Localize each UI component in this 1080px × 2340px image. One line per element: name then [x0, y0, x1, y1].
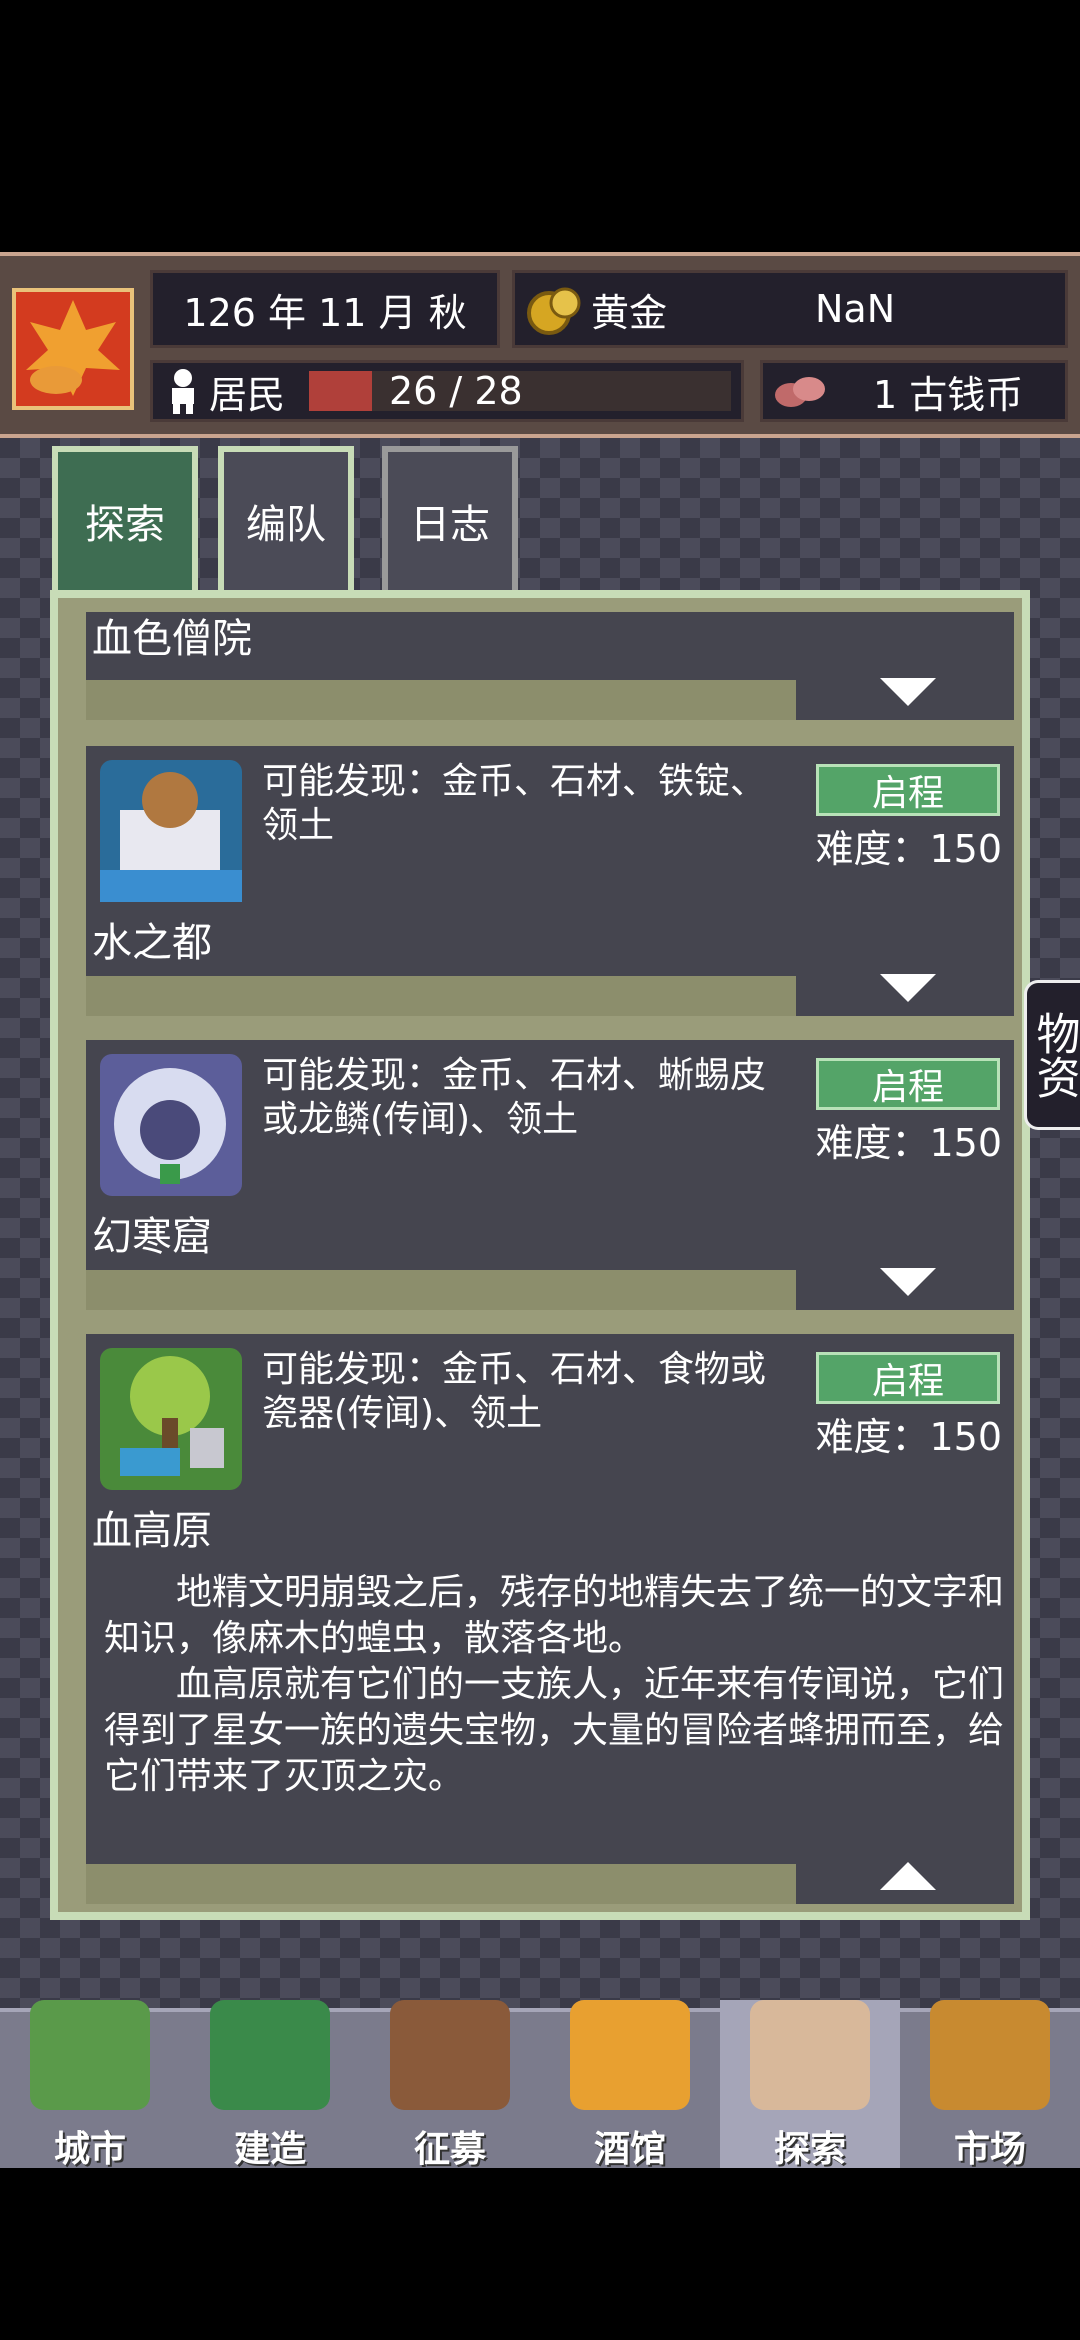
possible-finds: 可能发现：金币、石材、铁锭、领土	[262, 761, 767, 846]
resources-side-tab-label: 物资	[1028, 1011, 1080, 1099]
water-city-thumbnail	[100, 760, 242, 902]
tab-log[interactable]: 日志	[382, 446, 518, 596]
autumn-leaf-icon[interactable]	[12, 288, 134, 410]
location-card: 可能发现：金币、石材、铁锭、领土 启程 难度：150 水之都	[86, 746, 1014, 1016]
possible-finds: 可能发现：金币、石材、蜥蜴皮或龙鳞(传闻)、领土	[262, 1055, 767, 1140]
date-text: 126 年 11 月 秋	[183, 290, 467, 335]
person-icon	[163, 366, 203, 416]
nav-build-label: 建造	[233, 2129, 306, 2170]
nav-tavern-label: 酒馆	[593, 2129, 666, 2170]
depart-button[interactable]: 启程	[816, 1352, 1000, 1404]
depart-button[interactable]: 启程	[816, 764, 1000, 816]
nav-build[interactable]: 建造	[180, 2000, 360, 2170]
gold-label: 黄金	[591, 290, 668, 335]
highland-thumbnail	[100, 1348, 242, 1490]
tab-explore[interactable]: 探索	[52, 446, 198, 596]
expand-arrow-icon[interactable]	[880, 1268, 936, 1296]
location-card: 血色僧院	[86, 612, 1014, 720]
location-name: 血高原	[92, 1508, 212, 1554]
expand-arrow-icon[interactable]	[880, 678, 936, 706]
nav-explore[interactable]: 探索	[720, 2000, 900, 2170]
difficulty-text: 难度：150	[815, 1415, 1002, 1459]
exploration-list[interactable]: 血色僧院 可能发现：金币、石材、铁锭、领土 启程 难度：150 水之都 可能发现…	[50, 590, 1030, 1920]
expand-arrow-icon[interactable]	[880, 974, 936, 1002]
nav-city[interactable]: 城市	[0, 2000, 180, 2170]
ancient-coin-value: 1 古钱币	[873, 372, 1024, 417]
location-card: 可能发现：金币、石材、食物或瓷器(传闻)、领土 启程 难度：150 血高原 地精…	[86, 1334, 1014, 1904]
nav-explore-label: 探索	[773, 2129, 846, 2170]
location-card: 可能发现：金币、石材、蜥蜴皮或龙鳞(传闻)、领土 启程 难度：150 幻寒窟	[86, 1040, 1014, 1310]
location-name: 水之都	[92, 920, 212, 966]
location-story-p2: 血高原就有它们的一支族人，近年来有传闻说，它们得到了星女一族的遗失宝物，大量的冒…	[104, 1664, 1005, 1797]
ancient-coin-display: 1 古钱币	[760, 360, 1068, 422]
gold-value: NaN	[815, 287, 896, 331]
difficulty-text: 难度：150	[815, 827, 1002, 871]
residents-display: 居民 26 / 28	[150, 360, 744, 422]
location-name: 幻寒窟	[92, 1214, 212, 1260]
residents-value: 26 / 28	[389, 369, 523, 413]
tavern-icon	[570, 2000, 690, 2110]
tab-team-label: 编队	[246, 502, 326, 548]
map-icon	[750, 2000, 870, 2110]
tab-log-label: 日志	[410, 502, 490, 548]
build-icon	[210, 2000, 330, 2110]
collapse-arrow-icon[interactable]	[880, 1862, 936, 1890]
ancient-coin-icon	[773, 371, 829, 411]
location-name: 血色僧院	[92, 616, 252, 662]
gold-coins-icon	[525, 281, 585, 337]
residents-label: 居民	[209, 372, 286, 417]
nav-tavern[interactable]: 酒馆	[540, 2000, 720, 2170]
tab-team[interactable]: 编队	[218, 446, 354, 596]
city-icon	[30, 2000, 150, 2110]
date-display: 126 年 11 月 秋	[150, 270, 500, 348]
nav-city-label: 城市	[53, 2129, 126, 2170]
ice-cave-thumbnail	[100, 1054, 242, 1196]
nav-recruit[interactable]: 征募	[360, 2000, 540, 2170]
possible-finds: 可能发现：金币、石材、食物或瓷器(传闻)、领土	[262, 1349, 767, 1434]
residents-bar-fill	[309, 371, 373, 411]
location-story-p1: 地精文明崩毁之后，残存的地精失去了统一的文字和知识，像麻木的蝗虫，散落各地。	[104, 1572, 1005, 1659]
resources-side-tab[interactable]: 物资	[1024, 980, 1080, 1130]
nav-market[interactable]: 市场	[900, 2000, 1080, 2170]
nav-market-label: 市场	[953, 2129, 1026, 2170]
tab-explore-label: 探索	[85, 502, 165, 548]
difficulty-text: 难度：150	[815, 1121, 1002, 1165]
gold-display: 黄金 NaN	[512, 270, 1068, 348]
scales-icon	[930, 2000, 1050, 2110]
recruit-icon	[390, 2000, 510, 2110]
depart-button[interactable]: 启程	[816, 1058, 1000, 1110]
nav-recruit-label: 征募	[413, 2129, 486, 2170]
